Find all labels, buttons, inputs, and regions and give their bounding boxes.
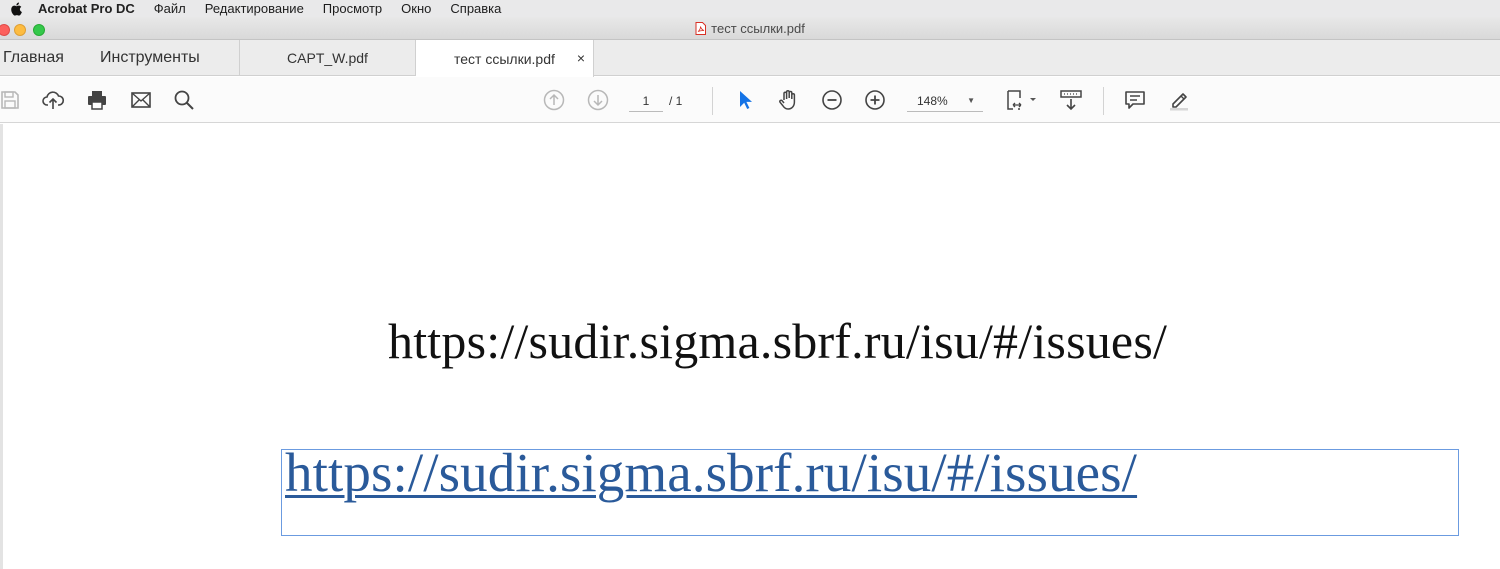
- tab-document-test-links-label: тест ссылки.pdf: [454, 50, 555, 67]
- upload-icon[interactable]: [40, 87, 66, 113]
- save-icon[interactable]: [0, 87, 23, 113]
- search-icon[interactable]: [171, 87, 197, 113]
- page-number-input[interactable]: 1: [629, 90, 663, 112]
- next-page-icon[interactable]: [585, 87, 611, 113]
- document-hyperlink[interactable]: https://sudir.sigma.sbrf.ru/isu/#/issues…: [285, 441, 1137, 504]
- chevron-down-icon: ▼: [967, 96, 975, 105]
- menu-window[interactable]: Окно: [401, 1, 431, 16]
- window-title-bar: тест ссылки.pdf: [0, 17, 1500, 40]
- toolbar-divider: [712, 87, 713, 115]
- comment-icon[interactable]: [1122, 87, 1148, 113]
- menu-help[interactable]: Справка: [450, 1, 501, 16]
- window-title-text: тест ссылки.pdf: [711, 21, 805, 36]
- window-title: тест ссылки.pdf: [0, 21, 1500, 36]
- pdf-file-icon: [695, 22, 707, 35]
- prev-page-icon[interactable]: [541, 87, 567, 113]
- page-fit-icon[interactable]: [1003, 87, 1039, 113]
- menu-bar: Acrobat Pro DC Файл Редактирование Просм…: [0, 0, 1500, 17]
- tab-tools[interactable]: Инструменты: [100, 40, 200, 76]
- menu-file[interactable]: Файл: [154, 1, 186, 16]
- document-view[interactable]: https://sudir.sigma.sbrf.ru/isu/#/issues…: [0, 124, 1500, 569]
- apple-icon[interactable]: [6, 2, 26, 16]
- print-icon[interactable]: [84, 87, 110, 113]
- close-tab-icon[interactable]: ×: [577, 50, 585, 66]
- page-total: / 1: [669, 94, 683, 108]
- select-cursor-icon[interactable]: [732, 87, 758, 113]
- app-name-menu[interactable]: Acrobat Pro DC: [38, 1, 135, 16]
- zoom-out-icon[interactable]: [819, 87, 845, 113]
- menu-view[interactable]: Просмотр: [323, 1, 382, 16]
- highlight-icon[interactable]: [1166, 87, 1192, 113]
- document-left-edge: [0, 124, 3, 569]
- zoom-level-select[interactable]: 148% ▼: [907, 90, 983, 112]
- scroll-mode-icon[interactable]: [1058, 87, 1084, 113]
- tab-document-test-links[interactable]: тест ссылки.pdf ×: [416, 40, 594, 77]
- toolbar: 1 / 1 148% ▼: [0, 77, 1500, 123]
- mail-icon[interactable]: [128, 87, 154, 113]
- menu-edit[interactable]: Редактирование: [205, 1, 304, 16]
- zoom-in-icon[interactable]: [862, 87, 888, 113]
- document-plain-url-text: https://sudir.sigma.sbrf.ru/isu/#/issues…: [388, 313, 1168, 369]
- tab-home[interactable]: Главная: [3, 40, 64, 76]
- tab-document-capt-w-label: CAPT_W.pdf: [287, 50, 368, 66]
- zoom-level-value: 148%: [917, 94, 948, 108]
- tab-document-capt-w[interactable]: CAPT_W.pdf: [239, 40, 416, 76]
- toolbar-divider: [1103, 87, 1104, 115]
- tab-bar: Главная Инструменты CAPT_W.pdf тест ссыл…: [0, 40, 1500, 77]
- hand-icon[interactable]: [775, 87, 801, 113]
